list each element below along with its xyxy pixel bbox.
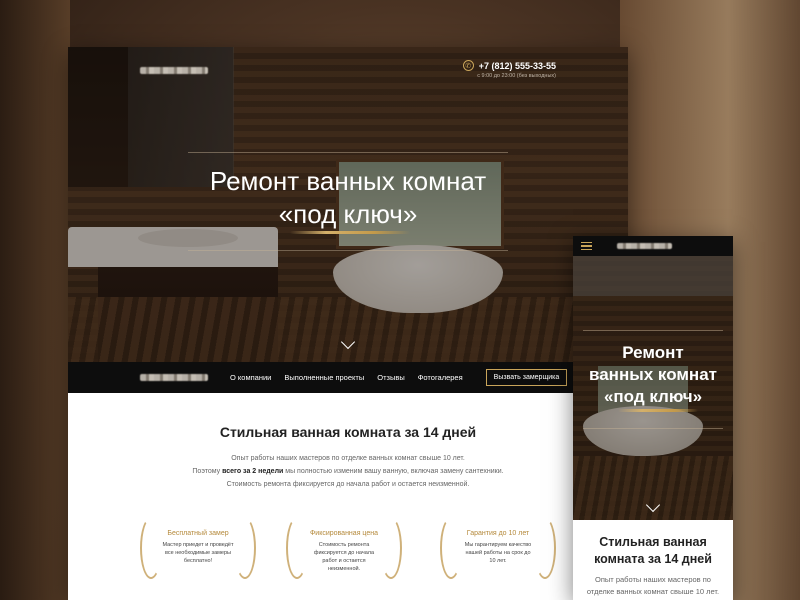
- mobile-hero-divider-bottom: [583, 428, 723, 429]
- phone-icon: ✆: [462, 60, 474, 71]
- main-nav: О компании Выполненные проекты Отзывы Фо…: [68, 362, 628, 393]
- mobile-intro-heading: Стильная ванная комната за 14 дней: [573, 534, 733, 568]
- mobile-logo[interactable]: [617, 243, 672, 249]
- mobile-gold-brush-stroke: [618, 409, 698, 412]
- nav-item-about[interactable]: О компании: [230, 373, 271, 382]
- logo[interactable]: [140, 67, 208, 74]
- mobile-heading-line2: комната за 14 дней: [594, 552, 712, 566]
- hero-title-line2: «под ключ»: [278, 199, 418, 229]
- features-row: Бесплатный замер Мастер приедет и провед…: [68, 515, 628, 595]
- laurel-left-icon: [140, 517, 162, 579]
- intro-line1: Опыт работы наших мастеров по отделке ва…: [231, 455, 465, 462]
- mobile-intro: Стильная ванная комната за 14 дней Опыт …: [573, 520, 733, 598]
- hero-title: Ремонт ванных комнат «под ключ»: [68, 165, 628, 231]
- background-blur-left: [0, 0, 70, 600]
- intro-text: Опыт работы наших мастеров по отделке ва…: [68, 452, 628, 491]
- hero-section: ✆ +7 (812) 555-33-55 с 9:00 до 23:00 (бе…: [68, 47, 628, 362]
- mobile-header: [573, 236, 733, 256]
- header-contact: ✆ +7 (812) 555-33-55 с 9:00 до 23:00 (бе…: [462, 60, 556, 79]
- mobile-hero-line1: Ремонт: [622, 343, 684, 362]
- laurel-right-icon: [234, 517, 256, 579]
- gold-brush-stroke: [290, 231, 410, 234]
- hero-divider-bottom: [188, 250, 508, 251]
- mobile-intro-text: Опыт работы наших мастеров по отделке ва…: [573, 574, 733, 598]
- mobile-para-line1: Опыт работы наших мастеров по: [595, 575, 711, 584]
- intro-line2-bold: всего за 2 недели: [222, 468, 284, 475]
- nav-item-reviews[interactable]: Отзывы: [377, 373, 404, 382]
- feature-free-measure: Бесплатный замер Мастер приедет и провед…: [138, 515, 258, 585]
- mobile-mockup: Ремонт ванных комнат «под ключ» Стильная…: [573, 236, 733, 600]
- intro-line2-before: Поэтому: [192, 468, 223, 475]
- working-hours: с 9:00 до 23:00 (без выходных): [477, 73, 556, 79]
- mobile-para-line2: отделке ванных комнат свыше 10 лет.: [586, 587, 720, 596]
- laurel-right-icon: [380, 517, 402, 579]
- desktop-mockup: ✆ +7 (812) 555-33-55 с 9:00 до 23:00 (бе…: [68, 47, 628, 600]
- nav-item-gallery[interactable]: Фотогалерея: [418, 373, 463, 382]
- call-measurer-button[interactable]: Вызвать замерщика: [485, 369, 568, 386]
- feature-fixed-price: Фиксированная цена Стоимость ремонта фик…: [284, 515, 404, 585]
- hamburger-menu-icon[interactable]: [581, 242, 592, 252]
- laurel-left-icon: [440, 517, 462, 579]
- nav-logo[interactable]: [140, 374, 208, 381]
- intro-line2-after: мы полностью изменим вашу ванную, включа…: [283, 468, 504, 475]
- mobile-hero: Ремонт ванных комнат «под ключ»: [573, 256, 733, 520]
- phone-number[interactable]: +7 (812) 555-33-55: [479, 61, 556, 71]
- intro-heading: Стильная ванная комната за 14 дней: [219, 424, 477, 440]
- feature-warranty: Гарантия до 10 лет Мы гарантируем качест…: [438, 515, 558, 585]
- mobile-hero-title: Ремонт ванных комнат «под ключ»: [573, 342, 733, 408]
- laurel-right-icon: [534, 517, 556, 579]
- mobile-hero-line3: «под ключ»: [603, 387, 703, 406]
- mobile-hero-line2: ванных комнат: [589, 365, 717, 384]
- intro-section: Стильная ванная комната за 14 дней Опыт …: [68, 393, 628, 491]
- mobile-heading-line1: Стильная ванная: [599, 535, 707, 549]
- nav-item-projects[interactable]: Выполненные проекты: [284, 373, 364, 382]
- hero-title-line1: Ремонт ванных комнат: [209, 166, 487, 196]
- laurel-left-icon: [286, 517, 308, 579]
- hero-divider-top: [188, 152, 508, 153]
- intro-line3: Стоимость ремонта фиксируется до начала …: [226, 481, 470, 488]
- mobile-hero-divider-top: [583, 330, 723, 331]
